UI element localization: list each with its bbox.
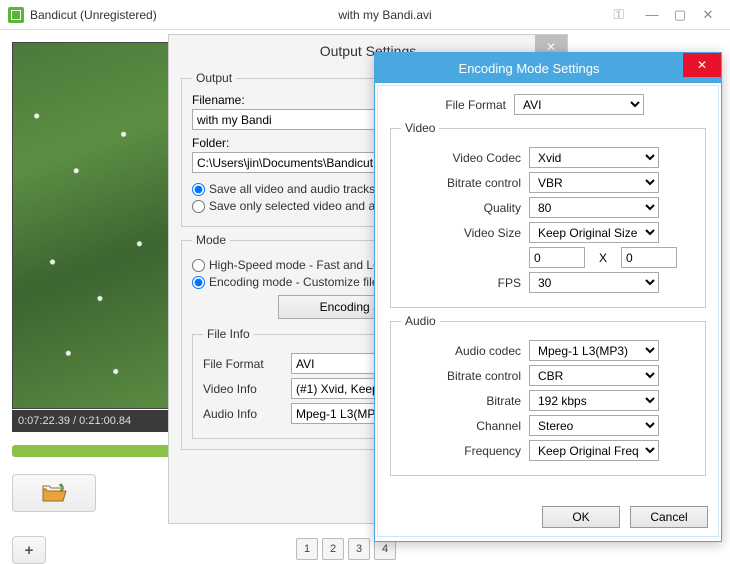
videocodec-select[interactable]: Xvid xyxy=(529,147,659,168)
frequency-select[interactable]: Keep Original Frequency xyxy=(529,440,659,461)
videocodec-label: Video Codec xyxy=(401,151,521,165)
encoding-dialog-close-button[interactable]: ✕ xyxy=(683,53,721,77)
fileformat-label: File Format xyxy=(203,357,283,371)
channel-label: Channel xyxy=(401,419,521,433)
width-input[interactable] xyxy=(529,247,585,268)
audiocodec-label: Audio codec xyxy=(401,344,521,358)
app-icon xyxy=(8,7,24,23)
video-bitratecontrol-select[interactable]: VBR xyxy=(529,172,659,193)
highspeed-radio[interactable] xyxy=(192,259,205,272)
audio-fieldset: Audio Audio codec Mpeg-1 L3(MP3) Bitrate … xyxy=(390,314,706,476)
document-title: with my Bandi.avi xyxy=(157,8,614,22)
key-icon[interactable]: ⚿ xyxy=(613,6,624,23)
timecode: 0:07:22.39 / 0:21:00.84 xyxy=(12,410,172,432)
minimize-button[interactable]: — xyxy=(638,5,666,25)
by-label: X xyxy=(599,251,607,265)
maximize-button[interactable]: ▢ xyxy=(666,5,694,25)
ok-button[interactable]: OK xyxy=(542,506,620,528)
save-selected-radio[interactable] xyxy=(192,200,205,213)
folder-open-icon xyxy=(41,483,67,503)
videosize-select[interactable]: Keep Original Size xyxy=(529,222,659,243)
titlebar: Bandicut (Unregistered) with my Bandi.av… xyxy=(0,0,730,30)
page-2[interactable]: 2 xyxy=(322,538,344,560)
page-1[interactable]: 1 xyxy=(296,538,318,560)
audioinfo-label: Audio Info xyxy=(203,407,283,421)
video-fieldset: Video Video Codec Xvid Bitrate control VBR… xyxy=(390,121,706,308)
fps-select[interactable]: 30 xyxy=(529,272,659,293)
fileformat-select[interactable]: AVI xyxy=(514,94,644,115)
fps-label: FPS xyxy=(401,276,521,290)
quality-select[interactable]: 80 xyxy=(529,197,659,218)
encoding-radio[interactable] xyxy=(192,276,205,289)
open-file-button[interactable] xyxy=(12,474,96,512)
audio-bitratecontrol-select[interactable]: CBR xyxy=(529,365,659,386)
save-all-radio[interactable] xyxy=(192,183,205,196)
videosize-label: Video Size xyxy=(401,226,521,240)
audio-bitrate-label: Bitrate xyxy=(401,394,521,408)
fileformat-label: File Format xyxy=(386,98,506,112)
output-legend: Output xyxy=(192,71,236,85)
audiocodec-select[interactable]: Mpeg-1 L3(MP3) xyxy=(529,340,659,361)
videoinfo-label: Video Info xyxy=(203,382,283,396)
encoding-dialog-title: Encoding Mode Settings xyxy=(375,61,683,76)
audio-bitrate-select[interactable]: 192 kbps xyxy=(529,390,659,411)
fileinfo-legend: File Info xyxy=(203,327,254,341)
audio-legend: Audio xyxy=(401,314,440,328)
mode-legend: Mode xyxy=(192,233,230,247)
frequency-label: Frequency xyxy=(401,444,521,458)
cancel-button[interactable]: Cancel xyxy=(630,506,708,528)
quality-label: Quality xyxy=(401,201,521,215)
video-bitratecontrol-label: Bitrate control xyxy=(401,176,521,190)
channel-select[interactable]: Stereo xyxy=(529,415,659,436)
add-segment-button[interactable]: + xyxy=(12,536,46,564)
close-button[interactable]: ✕ xyxy=(694,5,722,25)
encoding-mode-settings-dialog: Encoding Mode Settings ✕ File FormatAVI … xyxy=(374,52,722,542)
page-3[interactable]: 3 xyxy=(348,538,370,560)
audio-bitratecontrol-label: Bitrate control xyxy=(401,369,521,383)
app-title: Bandicut (Unregistered) xyxy=(30,8,157,22)
height-input[interactable] xyxy=(621,247,677,268)
video-legend: Video xyxy=(401,121,439,135)
video-preview[interactable] xyxy=(12,42,172,409)
